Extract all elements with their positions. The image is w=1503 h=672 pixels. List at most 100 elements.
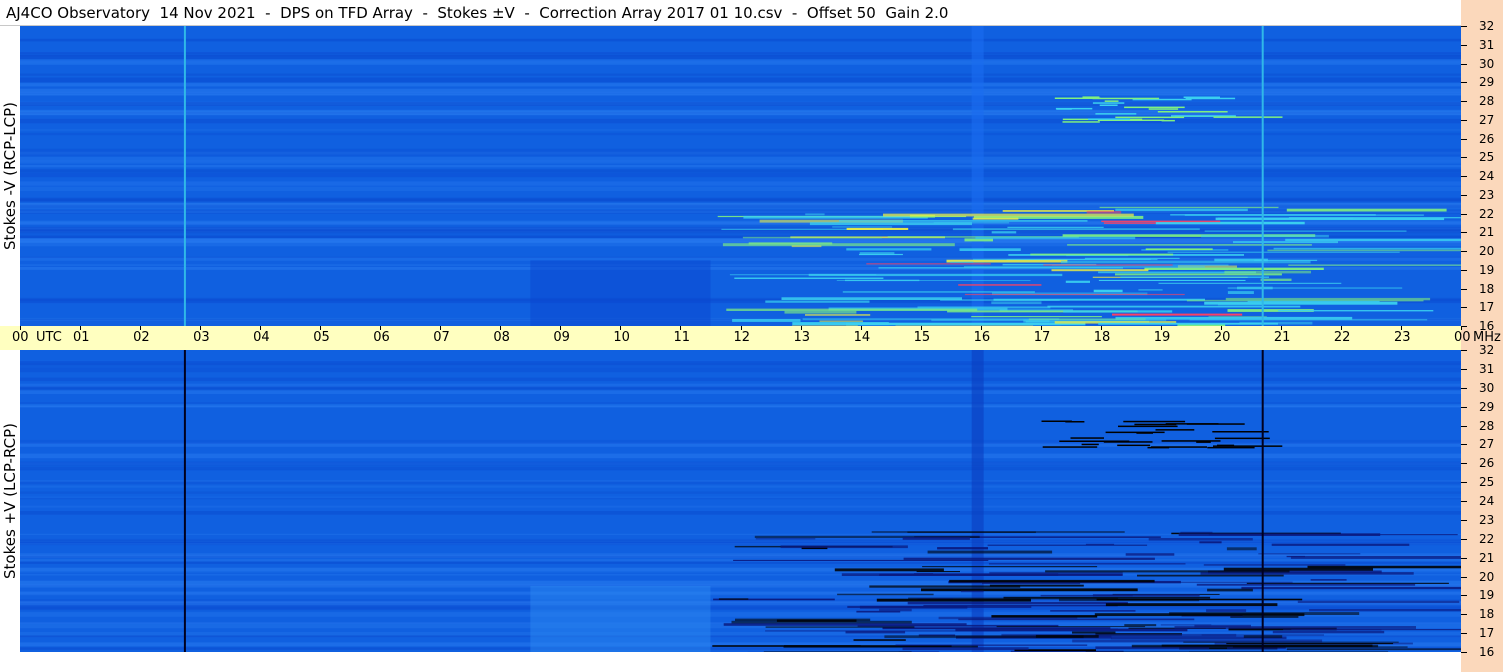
emission-streak (1115, 208, 1248, 212)
emission-streak (726, 308, 978, 311)
emission-streak (1062, 121, 1100, 123)
time-tick-label: 20 (1213, 330, 1231, 345)
top-spectrogram (20, 26, 1461, 326)
frequency-tick (1461, 138, 1467, 140)
emission-streak (1286, 648, 1461, 651)
frequency-tick-label: 28 (1479, 94, 1495, 108)
emission-streak (1086, 210, 1122, 214)
emission-streak (732, 319, 801, 322)
band-stripe (20, 256, 1461, 258)
frequency-tick (1461, 387, 1467, 389)
marker-line (183, 350, 186, 652)
time-tick-label: 04 (253, 330, 270, 345)
frequency-tick (1461, 538, 1467, 540)
emission-streak (1138, 289, 1163, 291)
frequency-tick (1461, 251, 1467, 252)
emission-streak (1196, 583, 1416, 586)
band-stripe (20, 83, 1461, 87)
frequency-tick-label: 23 (1479, 512, 1495, 527)
time-tick-label: 12 (733, 330, 751, 345)
emission-streak (989, 584, 1084, 587)
emission-streak (1092, 594, 1200, 597)
emission-streak (1043, 264, 1173, 266)
emission-streak (819, 320, 863, 323)
emission-streak (1056, 108, 1072, 110)
emission-streak (1085, 543, 1115, 546)
emission-streak (791, 245, 822, 248)
time-axis: 00 01 02 03 04 05 06 07 08 09 10 11 12 13 14 15 16 17 18 19… (0, 326, 1501, 350)
emission-streak (718, 598, 749, 600)
emission-streak (1120, 276, 1269, 278)
time-tick-label: 08 (493, 330, 510, 345)
frequency-tick (1461, 595, 1467, 597)
frequency-tick (1461, 194, 1467, 196)
emission-streak (1226, 547, 1257, 551)
frequency-tick (1461, 157, 1467, 159)
band-stripe (20, 151, 1461, 157)
emission-streak (1124, 624, 1157, 627)
band-stripe (20, 453, 1461, 459)
emission-streak (1096, 598, 1303, 601)
emission-streak (1278, 310, 1434, 312)
frequency-tick (1461, 213, 1467, 215)
emission-streak (1189, 651, 1389, 652)
emission-streak (1283, 629, 1382, 631)
emission-streak (1246, 582, 1449, 584)
frequency-tick (1461, 326, 1467, 327)
emission-streak (1095, 113, 1137, 115)
emission-streak (1161, 119, 1175, 122)
band-stripe (20, 203, 1461, 206)
emission-streak (950, 261, 974, 263)
band-stripe (20, 148, 1461, 152)
band-stripe (20, 93, 1461, 96)
frequency-tick (1461, 82, 1467, 84)
emission-streak (1247, 300, 1380, 303)
emission-streak (748, 242, 833, 245)
emission-streak (735, 618, 871, 621)
emission-streak (1227, 291, 1254, 294)
emission-streak (993, 298, 1205, 301)
emission-streak (972, 217, 1019, 220)
frequency-tick (1461, 26, 1467, 27)
top-panel-ylabel-text: Stokes -V (RCP-LCP) (1, 102, 19, 250)
emission-streak (876, 598, 1031, 602)
emission-streak (1237, 286, 1273, 290)
emission-streak (780, 545, 908, 549)
emission-streak (959, 248, 1021, 251)
emission-streak (1115, 273, 1282, 276)
emission-streak (1099, 104, 1118, 106)
time-tick-label: 09 (553, 330, 570, 345)
time-tick-label: 13 (793, 330, 811, 345)
frequency-tick-label: 27 (1479, 112, 1495, 127)
time-tick-label: 15 (913, 330, 931, 345)
emission-streak (1224, 270, 1311, 274)
time-tick-label: 18 (1093, 330, 1111, 345)
emission-streak (1104, 100, 1119, 102)
emission-streak (1309, 609, 1461, 612)
frequency-tick (1461, 406, 1467, 408)
emission-streak (907, 601, 1128, 605)
time-tick-label: 10 (613, 330, 630, 345)
emission-streak (1214, 437, 1270, 440)
emission-streak (1094, 613, 1305, 617)
emission-streak (1196, 441, 1211, 443)
emission-streak (1285, 238, 1461, 242)
emission-streak (1273, 247, 1461, 250)
frequency-tick-label: 30 (1479, 56, 1495, 71)
emission-streak (866, 263, 991, 265)
marker-line (183, 26, 186, 326)
emission-streak (1212, 431, 1269, 433)
frequency-tick (1461, 368, 1467, 370)
emission-streak (1184, 214, 1424, 216)
emission-streak (1290, 556, 1461, 559)
emission-streak (734, 277, 884, 279)
emission-streak (1134, 423, 1177, 426)
band-stripe (20, 164, 1461, 168)
emission-streak (781, 297, 962, 300)
emission-streak (1272, 630, 1385, 634)
emission-streak (921, 588, 1138, 592)
band-stripe (20, 77, 1461, 83)
emission-streak (923, 605, 1118, 607)
band-stripe (20, 491, 1461, 494)
emission-streak (832, 226, 893, 228)
